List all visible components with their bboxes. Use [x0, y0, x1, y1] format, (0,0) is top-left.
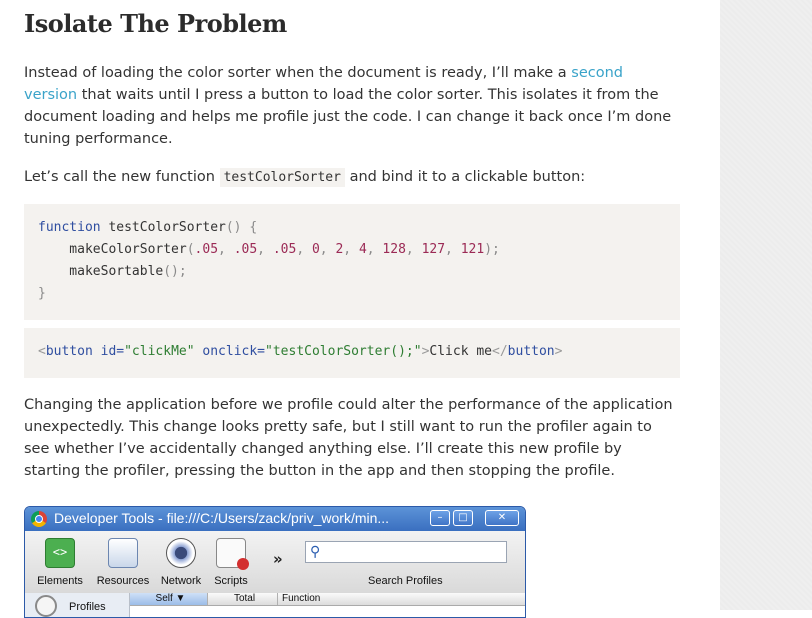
column-header-function[interactable]: Function: [278, 593, 525, 605]
more-tabs-chevron-icon[interactable]: »: [273, 550, 283, 568]
code-call-name: makeColorSorter: [38, 242, 187, 257]
code-arg: .05: [194, 242, 219, 257]
inline-code-function-name: testColorSorter: [219, 168, 345, 187]
code-punct: () {: [225, 220, 258, 235]
tab-resources-label: Resources: [96, 575, 150, 587]
network-icon: [166, 538, 196, 568]
code-block-button: <button id="clickMe" onclick="testColorS…: [24, 328, 680, 378]
elements-icon: [45, 538, 75, 568]
code-attr: onclick=: [194, 344, 266, 359]
code-arg: 127: [421, 242, 446, 257]
code-arg: .05: [272, 242, 297, 257]
tab-elements-label: Elements: [37, 575, 83, 587]
tab-scripts-label: Scripts: [214, 575, 248, 587]
paragraph-intro-text: Instead of loading the color sorter when…: [24, 65, 572, 81]
paragraph-function-text: Let’s call the new function: [24, 169, 220, 185]
search-profiles-input[interactable]: [328, 543, 503, 561]
paragraph-intro-text-end: that waits until I press a button to loa…: [24, 87, 672, 147]
code-angle: <: [38, 344, 46, 359]
profile-table-header: Self ▼ Total Function: [130, 593, 525, 606]
code-arg: 4: [358, 242, 367, 257]
code-tag: button: [45, 344, 93, 359]
tab-network[interactable]: Network: [155, 535, 207, 587]
tab-elements[interactable]: Elements: [35, 535, 85, 587]
code-text: Click me: [429, 344, 493, 359]
code-string: "clickMe": [124, 344, 195, 359]
profiles-label: Profiles: [69, 601, 106, 613]
devtools-toolbar: Elements Resources Network Scripts » ⚲ S…: [25, 531, 525, 594]
code-block-function: function testColorSorter() { makeColorSo…: [24, 204, 680, 320]
code-arg: 128: [382, 242, 406, 257]
scripts-icon: [216, 538, 249, 570]
paragraph-function-intro: Let’s call the new function testColorSor…: [24, 166, 674, 189]
paragraph-intro: Instead of loading the color sorter when…: [24, 62, 674, 150]
paragraph-function-text-end: and bind it to a clickable button:: [344, 169, 586, 185]
close-button[interactable]: ✕: [485, 510, 519, 526]
maximize-button[interactable]: □: [453, 510, 473, 526]
chrome-logo-icon: [31, 511, 47, 527]
code-punct: ();: [163, 264, 187, 279]
column-header-total[interactable]: Total: [208, 593, 278, 605]
search-profiles-label: Search Profiles: [368, 575, 443, 587]
code-keyword: function: [38, 220, 101, 235]
resources-icon: [108, 538, 138, 568]
code-tag: button: [507, 344, 555, 359]
tab-network-label: Network: [160, 575, 202, 587]
code-angle: </: [492, 344, 508, 359]
window-title: Developer Tools - file:///C:/Users/zack/…: [54, 510, 390, 526]
tab-scripts[interactable]: Scripts: [209, 535, 253, 587]
paragraph-profile: Changing the application before we profi…: [24, 397, 673, 479]
page-sidebar-background: [720, 0, 812, 610]
code-arg: 121: [460, 242, 485, 257]
code-punct: );: [484, 242, 500, 257]
code-punct: (: [186, 242, 195, 257]
code-function-name: testColorSorter: [100, 220, 226, 235]
code-string: "testColorSorter();": [265, 344, 422, 359]
search-box[interactable]: ⚲: [305, 541, 507, 563]
tab-resources[interactable]: Resources: [93, 535, 153, 587]
profiles-clock-icon: [35, 595, 57, 617]
code-call-name: makeSortable: [38, 264, 164, 279]
minimize-button[interactable]: –: [430, 510, 450, 526]
section-heading: Isolate The Problem: [24, 9, 287, 38]
developer-tools-window: Developer Tools - file:///C:/Users/zack/…: [24, 506, 526, 618]
code-punct: }: [38, 286, 46, 301]
code-attr: id=: [92, 344, 125, 359]
profiles-sidebar[interactable]: Profiles: [25, 593, 130, 617]
sort-descending-icon: ▼: [175, 593, 186, 604]
code-arg: 0: [311, 242, 320, 257]
search-icon: ⚲: [310, 544, 321, 560]
window-titlebar[interactable]: Developer Tools - file:///C:/Users/zack/…: [25, 507, 525, 531]
code-arg: .05: [233, 242, 258, 257]
code-angle: >: [554, 344, 563, 359]
column-header-self[interactable]: Self ▼: [130, 593, 208, 605]
profiles-panel: Profiles Self ▼ Total Function: [25, 593, 525, 617]
